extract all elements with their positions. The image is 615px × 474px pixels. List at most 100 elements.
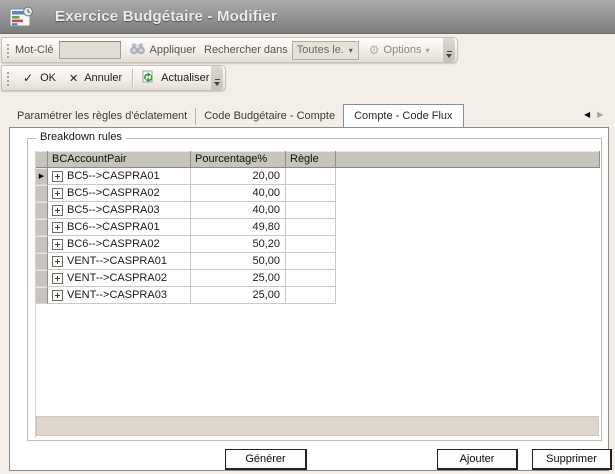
expand-plus-icon[interactable] — [52, 273, 63, 284]
cross-icon: ✕ — [69, 72, 78, 85]
table-row[interactable]: BC5-->CASPRA02 40,00 — [36, 185, 600, 202]
grid-horizontal-scrollbar — [36, 416, 599, 436]
combo-dropdown-icon[interactable]: ▾ — [344, 46, 358, 55]
ok-button-label: OK — [40, 72, 56, 84]
tab-strip: Paramétrer les règles d'éclatement Code … — [9, 104, 609, 127]
grid-header-bcaccountpair[interactable]: BCAccountPair — [48, 151, 191, 168]
overflow-bar-icon — [447, 51, 452, 52]
row-indicator[interactable] — [36, 236, 48, 253]
cell-rule[interactable] — [286, 168, 336, 185]
row-indicator[interactable] — [36, 270, 48, 287]
expand-plus-icon[interactable] — [52, 171, 63, 182]
account-pair-text: BC5-->CASPRA03 — [67, 202, 160, 218]
cell-rule[interactable] — [286, 270, 336, 287]
cell-account-pair[interactable]: VENT-->CASPRA02 — [48, 270, 191, 287]
cell-account-pair[interactable]: BC5-->CASPRA01 — [48, 168, 191, 185]
ok-button[interactable]: ✓ OK — [15, 71, 56, 85]
expand-plus-icon[interactable] — [52, 256, 63, 267]
grid-header-indicator — [36, 151, 48, 168]
refresh-icon — [141, 70, 155, 87]
grid-header-pourcentage[interactable]: Pourcentage% — [191, 151, 286, 168]
account-pair-text: BC5-->CASPRA01 — [67, 168, 160, 184]
table-row[interactable]: BC6-->CASPRA01 49,80 — [36, 219, 600, 236]
expand-plus-icon[interactable] — [52, 239, 63, 250]
cancel-button[interactable]: ✕ Annuler — [56, 72, 122, 85]
dialog-window: Exercice Budgétaire - Modifier Mot-Clé A… — [0, 0, 615, 474]
tab-scroll-left-icon[interactable]: ◀ — [584, 110, 590, 120]
row-indicator[interactable] — [36, 287, 48, 304]
cell-percentage[interactable]: 25,00 — [191, 287, 286, 304]
cancel-button-label: Annuler — [84, 72, 122, 84]
binoculars-search-icon — [130, 42, 145, 58]
cell-rule[interactable] — [286, 185, 336, 202]
grid-header-row: BCAccountPair Pourcentage% Règle — [36, 151, 600, 168]
options-dropdown-button[interactable]: ⚙ Options ▾ — [365, 43, 430, 57]
cell-rule[interactable] — [286, 236, 336, 253]
add-button[interactable]: Ajouter — [437, 449, 518, 470]
search-scope-select[interactable]: Toutes le... ▾ — [292, 41, 359, 60]
cell-account-pair[interactable]: BC5-->CASPRA03 — [48, 202, 191, 219]
cell-account-pair[interactable]: BC6-->CASPRA02 — [48, 236, 191, 253]
cell-rule[interactable] — [286, 287, 336, 304]
options-label: Options — [384, 44, 422, 56]
options-caret-icon: ▾ — [425, 46, 429, 55]
expand-plus-icon[interactable] — [52, 290, 63, 301]
account-pair-text: VENT-->CASPRA02 — [67, 270, 167, 286]
cell-rule[interactable] — [286, 253, 336, 270]
keyword-input[interactable] — [59, 41, 121, 59]
tab-compte-code-flux[interactable]: Compte - Code Flux — [343, 104, 463, 127]
gear-icon: ⚙ — [369, 43, 380, 57]
cell-rule[interactable] — [286, 219, 336, 236]
refresh-button[interactable]: Actualiser — [141, 70, 209, 87]
account-pair-text: VENT-->CASPRA01 — [67, 253, 167, 269]
tab-scroll-right-icon[interactable]: ▶ — [597, 110, 603, 120]
tab-code-budgetaire-compte[interactable]: Code Budgétaire - Compte — [196, 106, 343, 127]
delete-button[interactable]: Supprimer — [532, 449, 612, 470]
table-row[interactable]: VENT-->CASPRA03 25,00 — [36, 287, 600, 304]
search-in-label: Rechercher dans — [204, 44, 288, 56]
window-title: Exercice Budgétaire - Modifier — [55, 8, 277, 25]
cell-percentage[interactable]: 49,80 — [191, 219, 286, 236]
overflow-bar-icon — [215, 79, 220, 80]
row-indicator[interactable] — [36, 253, 48, 270]
cell-percentage[interactable]: 40,00 — [191, 202, 286, 219]
apply-button-label: Appliquer — [150, 44, 196, 56]
row-indicator[interactable] — [36, 202, 48, 219]
cell-percentage[interactable]: 25,00 — [191, 270, 286, 287]
cell-percentage[interactable]: 40,00 — [191, 185, 286, 202]
table-row[interactable]: BC5-->CASPRA03 40,00 — [36, 202, 600, 219]
toolbar-grip-handle[interactable] — [5, 42, 10, 58]
table-row[interactable]: VENT-->CASPRA01 50,00 — [36, 253, 600, 270]
expand-plus-icon[interactable] — [52, 205, 63, 216]
table-row[interactable]: VENT-->CASPRA02 25,00 — [36, 270, 600, 287]
toolbar-separator — [132, 69, 133, 87]
cell-rule[interactable] — [286, 202, 336, 219]
cell-percentage[interactable]: 50,20 — [191, 236, 286, 253]
tab-page-compte-code-flux: Breakdown rules BCAccountPair Pourcentag… — [9, 127, 609, 471]
cell-account-pair[interactable]: VENT-->CASPRA01 — [48, 253, 191, 270]
table-row[interactable]: ▶ BC5-->CASPRA01 20,00 — [36, 168, 600, 185]
row-indicator[interactable] — [36, 219, 48, 236]
cell-account-pair[interactable]: BC6-->CASPRA01 — [48, 219, 191, 236]
grid-header-regle[interactable]: Règle — [286, 151, 336, 168]
row-indicator[interactable]: ▶ — [36, 168, 48, 185]
apply-button[interactable]: Appliquer — [130, 42, 204, 58]
generate-button[interactable]: Générer — [225, 449, 307, 470]
tab-parametrer-regles[interactable]: Paramétrer les règles d'éclatement — [9, 106, 195, 127]
toolbar-overflow-button[interactable] — [211, 66, 223, 90]
account-pair-text: BC6-->CASPRA01 — [67, 219, 160, 235]
toolbar-grip-handle[interactable] — [5, 70, 10, 86]
toolbar-overflow-button[interactable] — [443, 38, 455, 62]
title-bar: Exercice Budgétaire - Modifier — [0, 0, 615, 34]
account-pair-text: VENT-->CASPRA03 — [67, 287, 167, 303]
expand-plus-icon[interactable] — [52, 188, 63, 199]
expand-plus-icon[interactable] — [52, 222, 63, 233]
row-indicator[interactable] — [36, 185, 48, 202]
cell-percentage[interactable]: 20,00 — [191, 168, 286, 185]
grid-body: ▶ BC5-->CASPRA01 20,00 BC5-->CASPRA02 40… — [36, 168, 600, 304]
cell-account-pair[interactable]: VENT-->CASPRA03 — [48, 287, 191, 304]
overflow-chevron-icon — [446, 54, 452, 58]
table-row[interactable]: BC6-->CASPRA02 50,20 — [36, 236, 600, 253]
cell-percentage[interactable]: 50,00 — [191, 253, 286, 270]
cell-account-pair[interactable]: BC5-->CASPRA02 — [48, 185, 191, 202]
